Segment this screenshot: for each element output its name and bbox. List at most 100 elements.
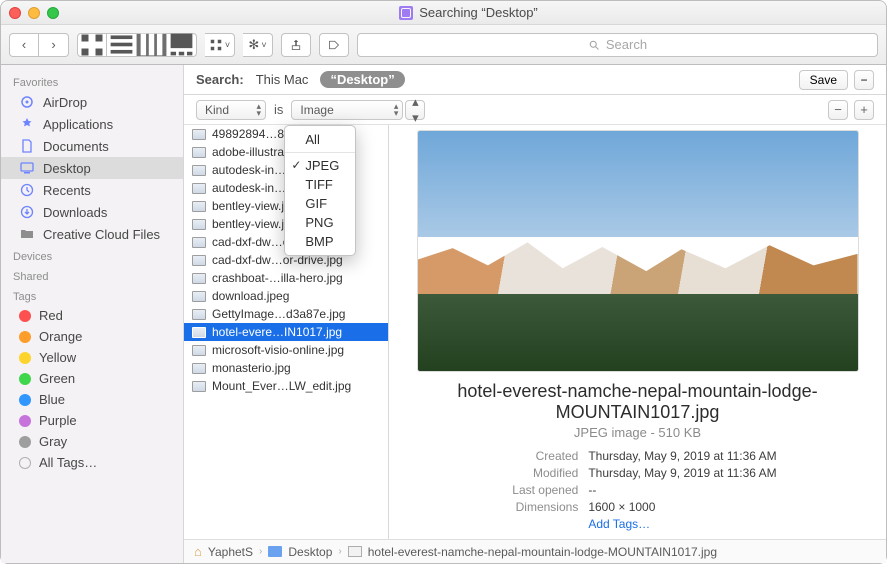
file-row[interactable]: microsoft-visio-online.jpg: [184, 341, 388, 359]
sidebar-item-documents[interactable]: Documents: [1, 135, 183, 157]
preview-subtitle: JPEG image - 510 KB: [574, 425, 701, 440]
zoom-window-button[interactable]: [47, 7, 59, 19]
sidebar[interactable]: Favorites AirDrop Applications Documents…: [1, 65, 184, 563]
meta-lastopened-value: --: [588, 483, 596, 497]
file-thumbnail-icon: [192, 291, 206, 302]
file-thumbnail-icon: [192, 201, 206, 212]
file-icon: [348, 546, 362, 557]
file-row[interactable]: crashboat-…illa-hero.jpg: [184, 269, 388, 287]
path-segment-desktop[interactable]: Desktop: [288, 545, 332, 559]
menu-separator: [285, 152, 355, 153]
search-icon: [588, 39, 600, 51]
folder-icon: [19, 226, 35, 242]
sidebar-item-label: Downloads: [43, 205, 107, 220]
view-icons-button[interactable]: [77, 33, 107, 57]
remove-filter-row-button[interactable]: −: [828, 100, 848, 120]
file-thumbnail-icon: [192, 183, 206, 194]
window-controls: [9, 7, 59, 19]
sidebar-tag-label: Blue: [39, 392, 65, 407]
search-field[interactable]: Search: [357, 33, 878, 57]
filter-value-select[interactable]: Image ▴▾ All JPEG TIFF GIF PNG BMP: [291, 100, 403, 120]
sidebar-tag-item[interactable]: Red: [1, 305, 183, 326]
sidebar-tag-item[interactable]: Yellow: [1, 347, 183, 368]
file-thumbnail-icon: [192, 273, 206, 284]
file-row[interactable]: hotel-evere…IN1017.jpg: [184, 323, 388, 341]
menu-item-gif[interactable]: GIF: [285, 194, 355, 213]
sidebar-tag-label: Yellow: [39, 350, 76, 365]
sidebar-tag-item[interactable]: Blue: [1, 389, 183, 410]
scope-desktop[interactable]: “Desktop”: [320, 71, 404, 88]
sidebar-tag-item[interactable]: Green: [1, 368, 183, 389]
filter-subtype-select[interactable]: ▴▾: [405, 100, 425, 120]
tags-button[interactable]: [319, 33, 349, 57]
toolbar: ‹ › ˅ ✻˅ Search: [1, 25, 886, 65]
applications-icon: [19, 116, 35, 132]
sidebar-header-devices: Devices: [1, 245, 183, 265]
menu-item-jpeg[interactable]: JPEG: [285, 156, 355, 175]
path-segment-home[interactable]: YaphetS: [208, 545, 253, 559]
file-thumbnail-icon: [192, 165, 206, 176]
file-thumbnail-icon: [192, 255, 206, 266]
action-button[interactable]: ✻˅: [243, 33, 273, 57]
forward-button[interactable]: ›: [39, 33, 69, 57]
sidebar-item-airdrop[interactable]: AirDrop: [1, 91, 183, 113]
meta-dimensions-label: Dimensions: [498, 500, 578, 514]
file-name: download.jpeg: [212, 289, 289, 303]
sidebar-item-recents[interactable]: Recents: [1, 179, 183, 201]
view-columns-button[interactable]: [137, 33, 167, 57]
search-scope-bar: Search: This Mac “Desktop” Save −: [184, 65, 886, 95]
close-window-button[interactable]: [9, 7, 21, 19]
file-row[interactable]: monasterio.jpg: [184, 359, 388, 377]
menu-item-all[interactable]: All: [285, 130, 355, 149]
file-thumbnail-icon: [192, 147, 206, 158]
meta-created-value: Thursday, May 9, 2019 at 11:36 AM: [588, 449, 776, 463]
folder-icon: [268, 546, 282, 557]
window-title: Searching “Desktop”: [419, 5, 538, 20]
sidebar-tag-item[interactable]: All Tags…: [1, 452, 183, 473]
airdrop-icon: [19, 94, 35, 110]
meta-modified-label: Modified: [498, 466, 578, 480]
sidebar-item-label: Applications: [43, 117, 113, 132]
sidebar-item-label: Creative Cloud Files: [43, 227, 160, 242]
file-row[interactable]: download.jpeg: [184, 287, 388, 305]
view-gallery-button[interactable]: [167, 33, 197, 57]
arrange-button[interactable]: ˅: [205, 33, 235, 57]
file-row[interactable]: Mount_Ever…LW_edit.jpg: [184, 377, 388, 395]
menu-item-png[interactable]: PNG: [285, 213, 355, 232]
sidebar-item-label: Documents: [43, 139, 109, 154]
back-button[interactable]: ‹: [9, 33, 39, 57]
search-filter-bar: Kind ▴▾ is Image ▴▾ All JPEG TIFF GIF PN…: [184, 95, 886, 125]
sidebar-item-downloads[interactable]: Downloads: [1, 201, 183, 223]
view-list-button[interactable]: [107, 33, 137, 57]
filter-attribute-select[interactable]: Kind ▴▾: [196, 100, 266, 120]
path-segment-file[interactable]: hotel-everest-namche-nepal-mountain-lodg…: [368, 545, 717, 559]
tag-color-dot: [19, 373, 31, 385]
file-name: GettyImage…d3a87e.jpg: [212, 307, 345, 321]
file-name: microsoft-visio-online.jpg: [212, 343, 344, 357]
share-button[interactable]: [281, 33, 311, 57]
file-name: monasterio.jpg: [212, 361, 291, 375]
meta-created-label: Created: [498, 449, 578, 463]
view-group: [77, 33, 197, 57]
add-tags-link[interactable]: Add Tags…: [588, 517, 650, 531]
sidebar-header-tags: Tags: [1, 285, 183, 305]
remove-search-row-button[interactable]: −: [854, 70, 874, 90]
filter-is-label: is: [274, 102, 283, 117]
sidebar-item-applications[interactable]: Applications: [1, 113, 183, 135]
sidebar-tag-label: All Tags…: [39, 455, 97, 470]
sidebar-header-shared: Shared: [1, 265, 183, 285]
menu-item-bmp[interactable]: BMP: [285, 232, 355, 251]
save-search-button[interactable]: Save: [799, 70, 848, 90]
sidebar-tag-item[interactable]: Gray: [1, 431, 183, 452]
sidebar-tag-item[interactable]: Purple: [1, 410, 183, 431]
sidebar-item-creative-cloud[interactable]: Creative Cloud Files: [1, 223, 183, 245]
add-filter-row-button[interactable]: +: [854, 100, 874, 120]
menu-item-tiff[interactable]: TIFF: [285, 175, 355, 194]
scope-this-mac[interactable]: This Mac: [256, 72, 309, 87]
sidebar-tag-item[interactable]: Orange: [1, 326, 183, 347]
sidebar-tag-label: Gray: [39, 434, 67, 449]
file-name: crashboat-…illa-hero.jpg: [212, 271, 343, 285]
file-row[interactable]: GettyImage…d3a87e.jpg: [184, 305, 388, 323]
minimize-window-button[interactable]: [28, 7, 40, 19]
sidebar-item-desktop[interactable]: Desktop: [1, 157, 183, 179]
